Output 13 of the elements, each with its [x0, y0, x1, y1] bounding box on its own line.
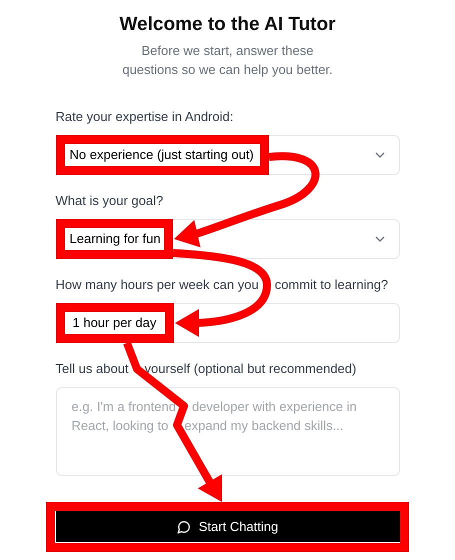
- question-label: How many hours per week can you commit to learning?: [56, 277, 390, 293]
- question-label: Rate your expertise in Android:: [56, 109, 234, 125]
- chat-bubble-icon: [176, 520, 191, 534]
- question-label: What is your goal?: [56, 193, 164, 209]
- dropdown-field[interactable]: No experience (just starting out): [56, 135, 400, 175]
- page-subtitle: Before we start, answer these questions so we can help you better.: [121, 42, 334, 79]
- chevron-down-icon: [374, 236, 384, 242]
- dropdown-field[interactable]: Learning for fun: [56, 219, 400, 259]
- question-label: Tell us about yourself (optional but recommended): [56, 361, 358, 377]
- page-title: Welcome to the AI Tutor: [119, 13, 336, 37]
- chevron-down-icon: [374, 152, 384, 158]
- hours-input-field[interactable]: 1 hour per day: [56, 303, 400, 343]
- start-chatting-button[interactable]: Start Chatting: [56, 511, 400, 542]
